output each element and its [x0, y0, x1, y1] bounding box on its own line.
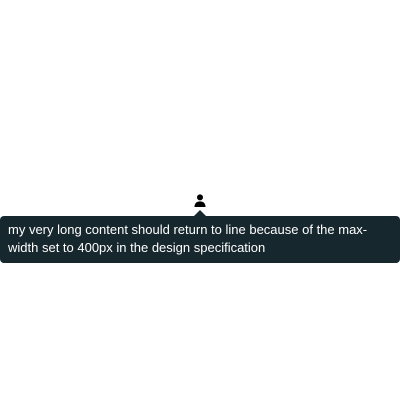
tooltip: my very long content should return to li… — [0, 216, 400, 263]
stage: my very long content should return to li… — [0, 0, 400, 400]
user-icon-trigger[interactable] — [193, 193, 207, 207]
tooltip-text: my very long content should return to li… — [8, 222, 368, 255]
user-icon — [194, 193, 206, 207]
